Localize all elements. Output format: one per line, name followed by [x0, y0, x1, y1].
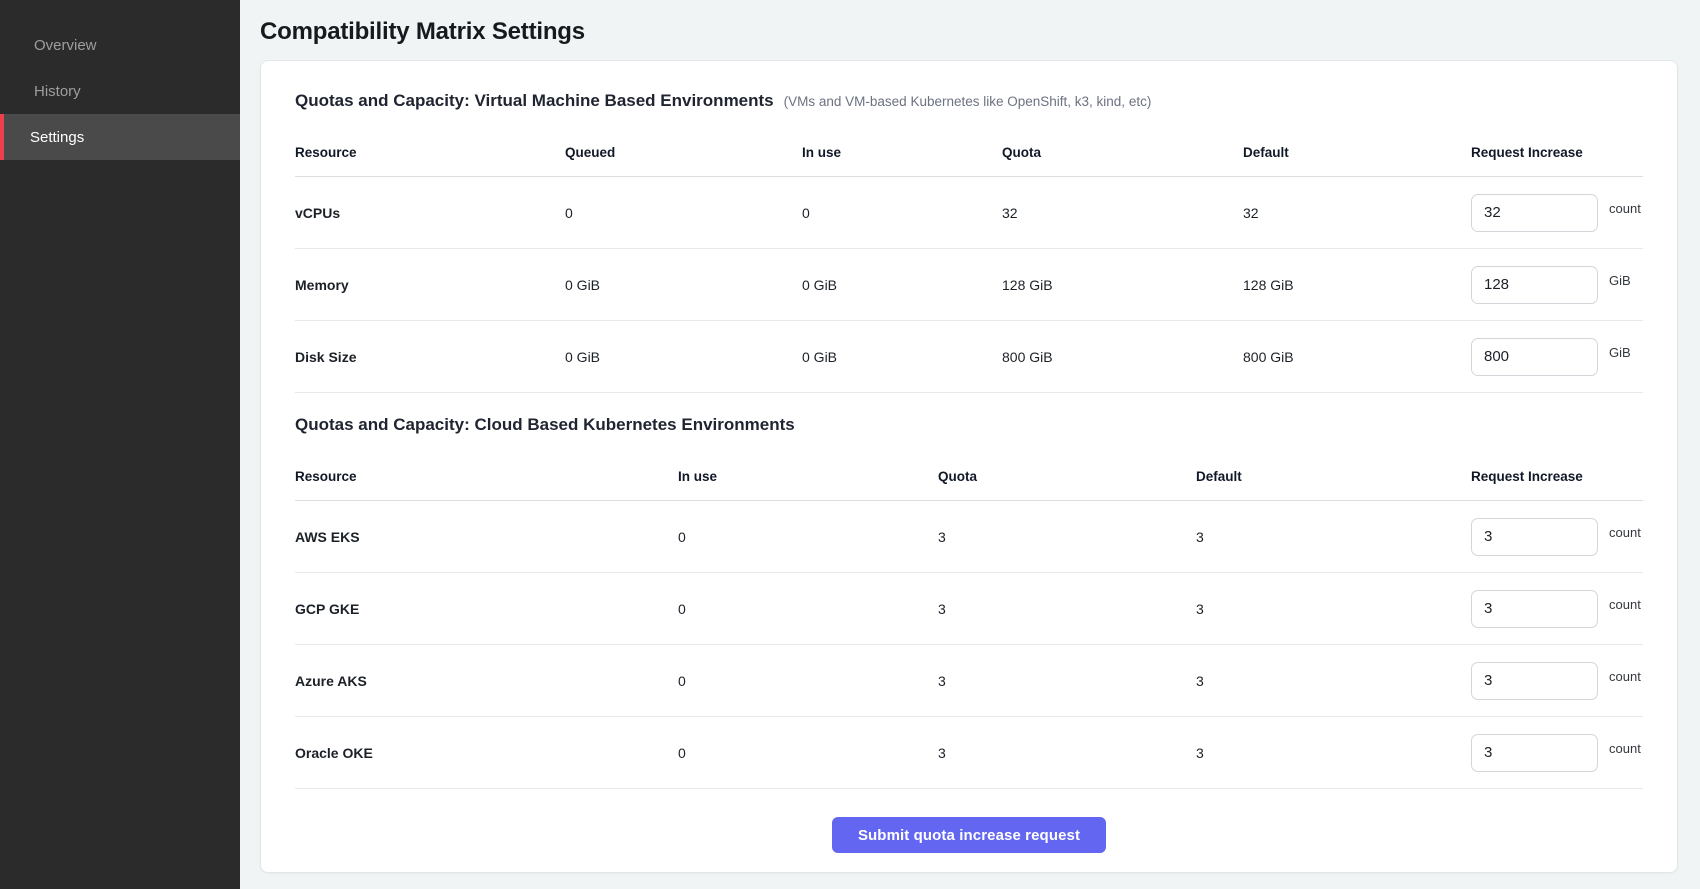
sidebar-item-history[interactable]: History: [0, 68, 240, 114]
default-value: 32: [1243, 205, 1471, 221]
unit-label: count: [1609, 669, 1641, 684]
table-row-aws-eks: AWS EKS 0 3 3 count: [295, 501, 1643, 573]
sidebar-item-settings[interactable]: Settings: [0, 114, 240, 160]
quota-value: 800 GiB: [1002, 349, 1243, 365]
in-use-value: 0 GiB: [802, 277, 1002, 293]
table-row-memory: Memory 0 GiB 0 GiB 128 GiB 128 GiB GiB: [295, 249, 1643, 321]
table-row-gcp-gke: GCP GKE 0 3 3 count: [295, 573, 1643, 645]
default-value: 3: [1196, 745, 1471, 761]
column-header-default: Default: [1243, 145, 1471, 160]
unit-label: count: [1609, 741, 1641, 756]
default-value: 128 GiB: [1243, 277, 1471, 293]
column-header-request-increase: Request Increase: [1471, 469, 1643, 484]
quota-value: 3: [938, 673, 1196, 689]
default-value: 3: [1196, 529, 1471, 545]
column-header-resource: Resource: [295, 145, 565, 160]
in-use-value: 0: [678, 673, 938, 689]
default-value: 800 GiB: [1243, 349, 1471, 365]
queued-value: 0 GiB: [565, 277, 802, 293]
column-header-queued: Queued: [565, 145, 802, 160]
section-subtitle-vm: (VMs and VM-based Kubernetes like OpenSh…: [784, 94, 1152, 109]
resource-name: Oracle OKE: [295, 745, 678, 761]
unit-label: count: [1609, 597, 1641, 612]
quota-value: 3: [938, 529, 1196, 545]
aws-eks-request-input[interactable]: [1471, 518, 1598, 556]
resource-name: Disk Size: [295, 349, 565, 365]
section-vm-environments: Quotas and Capacity: Virtual Machine Bas…: [295, 91, 1643, 393]
default-value: 3: [1196, 673, 1471, 689]
queued-value: 0: [565, 205, 802, 221]
table-row-azure-aks: Azure AKS 0 3 3 count: [295, 645, 1643, 717]
footer-row: Submit quota increase request: [295, 789, 1643, 853]
in-use-value: 0: [802, 205, 1002, 221]
section-heading-cloud: Quotas and Capacity: Cloud Based Kuberne…: [295, 415, 795, 435]
column-header-in-use: In use: [678, 469, 938, 484]
unit-label: count: [1609, 525, 1641, 540]
table-row-vcpus: vCPUs 0 0 32 32 count: [295, 177, 1643, 249]
in-use-value: 0 GiB: [802, 349, 1002, 365]
page-title: Compatibility Matrix Settings: [260, 18, 1678, 46]
quotas-card: Quotas and Capacity: Virtual Machine Bas…: [260, 60, 1678, 873]
column-header-resource: Resource: [295, 469, 678, 484]
memory-request-input[interactable]: [1471, 266, 1598, 304]
unit-label: count: [1609, 201, 1641, 216]
quota-value: 3: [938, 745, 1196, 761]
main-content: Compatibility Matrix Settings Quotas and…: [240, 0, 1700, 889]
disk-size-request-input[interactable]: [1471, 338, 1598, 376]
vcpus-request-input[interactable]: [1471, 194, 1598, 232]
table-row-disk-size: Disk Size 0 GiB 0 GiB 800 GiB 800 GiB Gi…: [295, 321, 1643, 393]
column-header-in-use: In use: [802, 145, 1002, 160]
resource-name: Azure AKS: [295, 673, 678, 689]
default-value: 3: [1196, 601, 1471, 617]
cloud-table-header-row: Resource In use Quota Default Request In…: [295, 453, 1643, 501]
section-cloud-kubernetes: Quotas and Capacity: Cloud Based Kuberne…: [295, 415, 1643, 789]
in-use-value: 0: [678, 529, 938, 545]
in-use-value: 0: [678, 745, 938, 761]
azure-aks-request-input[interactable]: [1471, 662, 1598, 700]
gcp-gke-request-input[interactable]: [1471, 590, 1598, 628]
quota-value: 3: [938, 601, 1196, 617]
table-row-oracle-oke: Oracle OKE 0 3 3 count: [295, 717, 1643, 789]
column-header-quota: Quota: [1002, 145, 1243, 160]
sidebar-item-overview[interactable]: Overview: [0, 22, 240, 68]
submit-quota-increase-button[interactable]: Submit quota increase request: [832, 817, 1106, 853]
resource-name: vCPUs: [295, 205, 565, 221]
column-header-request-increase: Request Increase: [1471, 145, 1643, 160]
quota-value: 32: [1002, 205, 1243, 221]
column-header-quota: Quota: [938, 469, 1196, 484]
oracle-oke-request-input[interactable]: [1471, 734, 1598, 772]
quota-value: 128 GiB: [1002, 277, 1243, 293]
section-heading-vm: Quotas and Capacity: Virtual Machine Bas…: [295, 91, 774, 111]
column-header-default: Default: [1196, 469, 1471, 484]
vm-table-header-row: Resource Queued In use Quota Default Req…: [295, 129, 1643, 177]
resource-name: GCP GKE: [295, 601, 678, 617]
in-use-value: 0: [678, 601, 938, 617]
queued-value: 0 GiB: [565, 349, 802, 365]
unit-label: GiB: [1609, 345, 1631, 360]
resource-name: AWS EKS: [295, 529, 678, 545]
resource-name: Memory: [295, 277, 565, 293]
unit-label: GiB: [1609, 273, 1631, 288]
sidebar: Overview History Settings: [0, 0, 240, 889]
